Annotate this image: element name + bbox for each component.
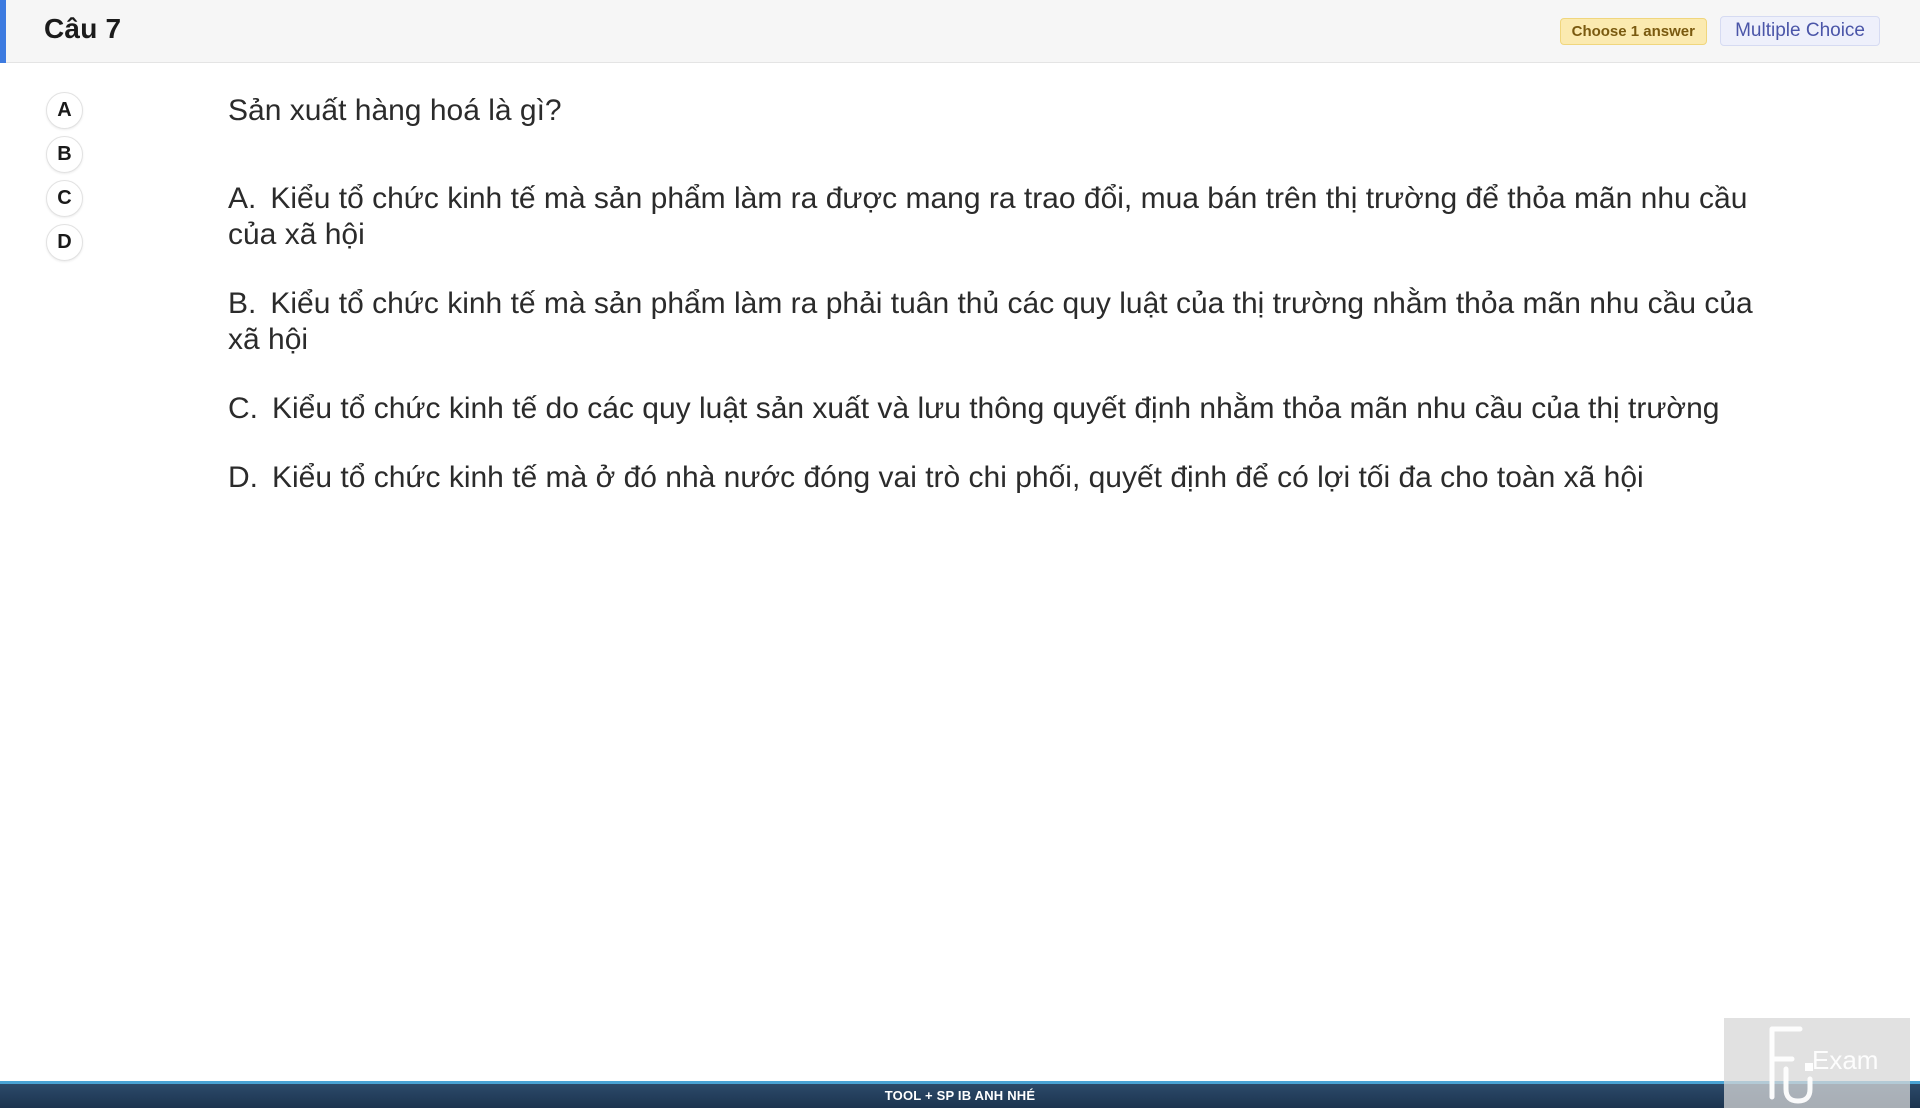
choose-answer-badge: Choose 1 answer xyxy=(1559,18,1707,45)
answer-b: B. Kiểu tổ chức kinh tế mà sản phẩm làm r… xyxy=(228,286,1788,358)
logo-text: Exam xyxy=(1812,1045,1878,1075)
footer-text: TOOL + SP IB ANH NHÉ xyxy=(884,1088,1036,1103)
fu-exam-logo-icon: Exam xyxy=(1769,1026,1878,1104)
answer-c: C. Kiểu tổ chức kinh tế do các quy luật s… xyxy=(228,391,1788,427)
option-d-button[interactable]: D xyxy=(46,224,83,261)
question-text: Sản xuất hàng hoá là gì? xyxy=(228,94,562,127)
option-a-button[interactable]: A xyxy=(46,92,83,129)
answer-options: A B C D xyxy=(46,92,86,268)
footer-bar: TOOL + SP IB ANH NHÉ xyxy=(0,1081,1920,1108)
question-content: Sản xuất hàng hoá là gì? A. Kiểu tổ chức … xyxy=(228,93,1788,529)
option-c-button[interactable]: C xyxy=(46,180,83,217)
answer-letter: D. xyxy=(228,461,258,494)
answer-letter: C. xyxy=(228,392,258,425)
question-type-badge: Multiple Choice xyxy=(1720,16,1880,46)
answer-text: Kiểu tổ chức kinh tế do các quy luật sản… xyxy=(272,392,1720,425)
answer-text: Kiểu tổ chức kinh tế mà sản phẩm làm ra … xyxy=(228,287,1753,356)
answer-text: Kiểu tổ chức kinh tế mà sản phẩm làm ra … xyxy=(228,182,1748,251)
header-accent-bar xyxy=(0,0,6,63)
answer-letter: B. xyxy=(228,287,257,320)
answer-letter: A. xyxy=(228,182,257,215)
answer-d: D. Kiểu tổ chức kinh tế mà ở đó nhà nước … xyxy=(228,460,1788,496)
answer-a: A. Kiểu tổ chức kinh tế mà sản phẩm làm r… xyxy=(228,181,1788,253)
question-header: Câu 7 Choose 1 answer Multiple Choice xyxy=(0,0,1920,63)
answer-text: Kiểu tổ chức kinh tế mà ở đó nhà nước đó… xyxy=(272,461,1644,494)
question-title: Câu 7 xyxy=(44,13,122,44)
exam-page: Câu 7 Choose 1 answer Multiple Choice A … xyxy=(0,0,1920,1108)
fu-exam-logo: Exam xyxy=(1724,1018,1910,1108)
option-b-button[interactable]: B xyxy=(46,136,83,173)
